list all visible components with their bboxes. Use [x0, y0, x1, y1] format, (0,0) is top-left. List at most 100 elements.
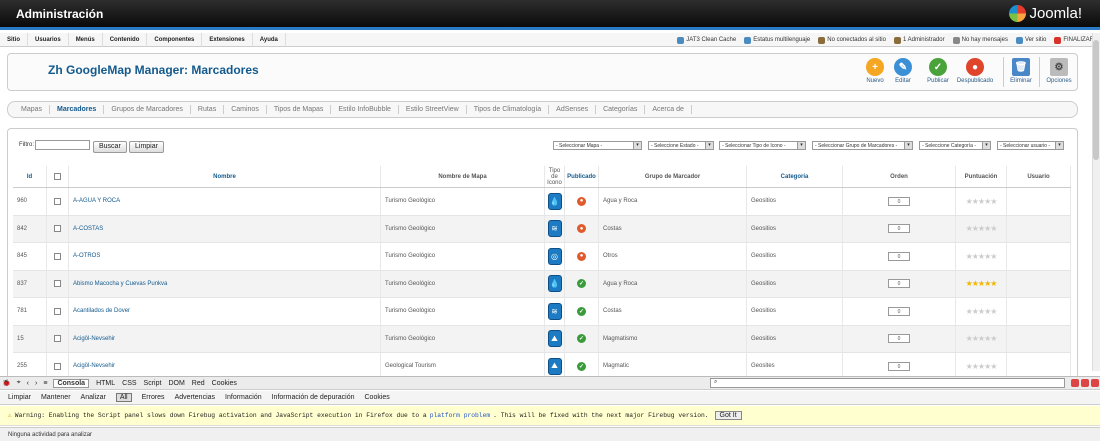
forward-icon[interactable]: › [35, 380, 37, 387]
new-button[interactable]: + Nuevo [862, 58, 888, 84]
marker-name-link[interactable]: A-COSTAS [73, 226, 103, 232]
close-icon[interactable] [1091, 379, 1099, 387]
tab-0[interactable]: Mapas [14, 105, 51, 114]
scroll-thumb[interactable] [1093, 40, 1099, 160]
row-checkbox[interactable] [54, 252, 61, 260]
console-filter-4[interactable]: Errores [142, 394, 165, 401]
console-filter-6[interactable]: Información [225, 394, 262, 401]
row-checkbox[interactable] [54, 362, 61, 370]
console-filter-3[interactable]: All [115, 393, 132, 402]
order-input[interactable]: 0 [888, 196, 910, 206]
unpublished-icon[interactable]: ● [577, 251, 586, 261]
filter-select-1[interactable]: - Seleccione Estado - ▾ [648, 141, 714, 150]
console-filter-0[interactable]: Limpiar [8, 394, 31, 401]
published-icon[interactable]: ✓ [577, 334, 586, 344]
detach-icon[interactable] [1081, 379, 1089, 387]
select-all-checkbox[interactable] [54, 173, 61, 180]
row-checkbox[interactable] [54, 307, 61, 315]
published-icon[interactable]: ✓ [577, 361, 586, 371]
filter-select-3[interactable]: - Seleccionar Grupo de Marcadores - ▾ [812, 141, 913, 150]
publish-button[interactable]: ✓ Publicar [925, 58, 951, 84]
order-input[interactable]: 0 [888, 251, 910, 261]
row-checkbox[interactable] [54, 225, 61, 233]
marker-name-link[interactable]: Acigöl-Nevsehir [73, 336, 115, 342]
tab-6[interactable]: Estilo InfoBubble [331, 105, 399, 114]
status-item-6[interactable]: FINALIZAR [1054, 36, 1094, 44]
tab-5[interactable]: Tipos de Mapas [267, 105, 332, 114]
order-input[interactable]: 0 [888, 361, 910, 371]
row-checkbox[interactable] [54, 280, 61, 288]
menu-item-2[interactable]: Menús [69, 32, 103, 47]
status-item-3[interactable]: 1 Administrador [893, 36, 945, 44]
column-header[interactable]: Puntuación [965, 174, 998, 180]
order-input[interactable]: 0 [888, 279, 910, 289]
tab-8[interactable]: Tipos de Climatología [467, 105, 550, 114]
menu-item-4[interactable]: Componentes [147, 32, 203, 47]
column-header[interactable]: Publicado [567, 174, 596, 180]
console-filter-8[interactable]: Cookies [365, 394, 390, 401]
console-filter-7[interactable]: Información de depuración [272, 394, 355, 401]
filter-select-5[interactable]: - Seleccionar usuario - ▾ [997, 141, 1064, 150]
tab-3[interactable]: Rutas [191, 105, 225, 114]
sort-name-link[interactable]: Nombre [213, 174, 236, 180]
filter-select-0[interactable]: - Seleccionar Mapa - ▾ [553, 141, 642, 150]
firebug-search-input[interactable]: ⌕ [710, 378, 1065, 388]
filter-select-2[interactable]: - Seleccionar Tipo de Icono - ▾ [719, 141, 806, 150]
marker-name-link[interactable]: Acantilados de Dover [73, 308, 130, 314]
menu-item-6[interactable]: Ayuda [253, 32, 286, 47]
firebug-tab-2[interactable]: CSS [122, 380, 136, 387]
firebug-tab-3[interactable]: Script [144, 380, 162, 387]
order-input[interactable]: 0 [888, 306, 910, 316]
filter-select-4[interactable]: - Seleccione Categoría - ▾ [919, 141, 991, 150]
marker-name-link[interactable]: A-AGUA Y ROCA [73, 198, 120, 204]
warning-link[interactable]: platform problem [430, 412, 490, 419]
marker-name-link[interactable]: Acigöl-Nevsehir [73, 363, 115, 369]
published-icon[interactable]: ✓ [577, 306, 586, 316]
console-filter-5[interactable]: Advertencias [175, 394, 215, 401]
edit-button[interactable]: ✎ Editar [890, 58, 916, 84]
tab-1[interactable]: Marcadores [50, 105, 105, 114]
tab-11[interactable]: Acerca de [645, 105, 692, 114]
status-item-4[interactable]: No hay mensajes [952, 36, 1008, 44]
clear-button[interactable]: Limpiar [129, 141, 164, 153]
console-filter-2[interactable]: Analizar [81, 394, 106, 401]
row-checkbox[interactable] [54, 197, 61, 205]
tab-9[interactable]: AdSenses [549, 105, 597, 114]
filter-input[interactable] [35, 140, 90, 150]
marker-name-link[interactable]: A-OTROS [73, 253, 100, 259]
search-button[interactable]: Buscar [93, 141, 127, 153]
column-header[interactable]: Orden [890, 174, 908, 180]
column-header[interactable]: Id [27, 174, 32, 180]
firebug-tab-5[interactable]: Red [192, 380, 205, 387]
tab-7[interactable]: Estilo StreetView [399, 105, 467, 114]
unpublished-icon[interactable]: ● [577, 196, 586, 206]
minimize-icon[interactable] [1071, 379, 1079, 387]
status-item-2[interactable]: No conectados al sitio [818, 36, 886, 44]
published-icon[interactable]: ✓ [577, 279, 586, 289]
menu-icon[interactable]: ≡ [43, 380, 47, 387]
row-checkbox[interactable] [54, 335, 61, 343]
column-header[interactable]: Categoría [781, 174, 809, 180]
inspect-icon[interactable]: ⌖ [17, 379, 21, 387]
joomla-logo[interactable]: Joomla! [1009, 5, 1082, 22]
menu-item-1[interactable]: Usuarios [28, 32, 69, 47]
status-item-1[interactable]: Estatus multilenguaje [744, 36, 810, 44]
console-filter-1[interactable]: Mantener [41, 394, 71, 401]
unpublished-icon[interactable]: ● [577, 224, 586, 234]
menu-item-3[interactable]: Contenido [103, 32, 148, 47]
got-it-button[interactable]: Got It [714, 411, 742, 420]
status-item-0[interactable]: JAT3 Clean Cache [677, 36, 736, 44]
firebug-icon[interactable]: 🐞 [2, 379, 11, 387]
order-input[interactable]: 0 [888, 334, 910, 344]
firebug-tab-6[interactable]: Cookies [212, 380, 237, 387]
unpublish-button[interactable]: ● Despublicado [955, 58, 995, 84]
options-button[interactable]: ⚙ Opciones [1046, 58, 1072, 84]
firebug-tab-1[interactable]: HTML [96, 380, 115, 387]
firebug-tab-0[interactable]: Consola [53, 378, 90, 388]
status-item-5[interactable]: Ver sitio [1015, 36, 1046, 44]
tab-10[interactable]: Categorías [596, 105, 646, 114]
order-input[interactable]: 0 [888, 224, 910, 234]
tab-4[interactable]: Caminos [224, 105, 267, 114]
tab-2[interactable]: Grupos de Marcadores [104, 105, 191, 114]
menu-item-0[interactable]: Sitio [0, 32, 28, 47]
